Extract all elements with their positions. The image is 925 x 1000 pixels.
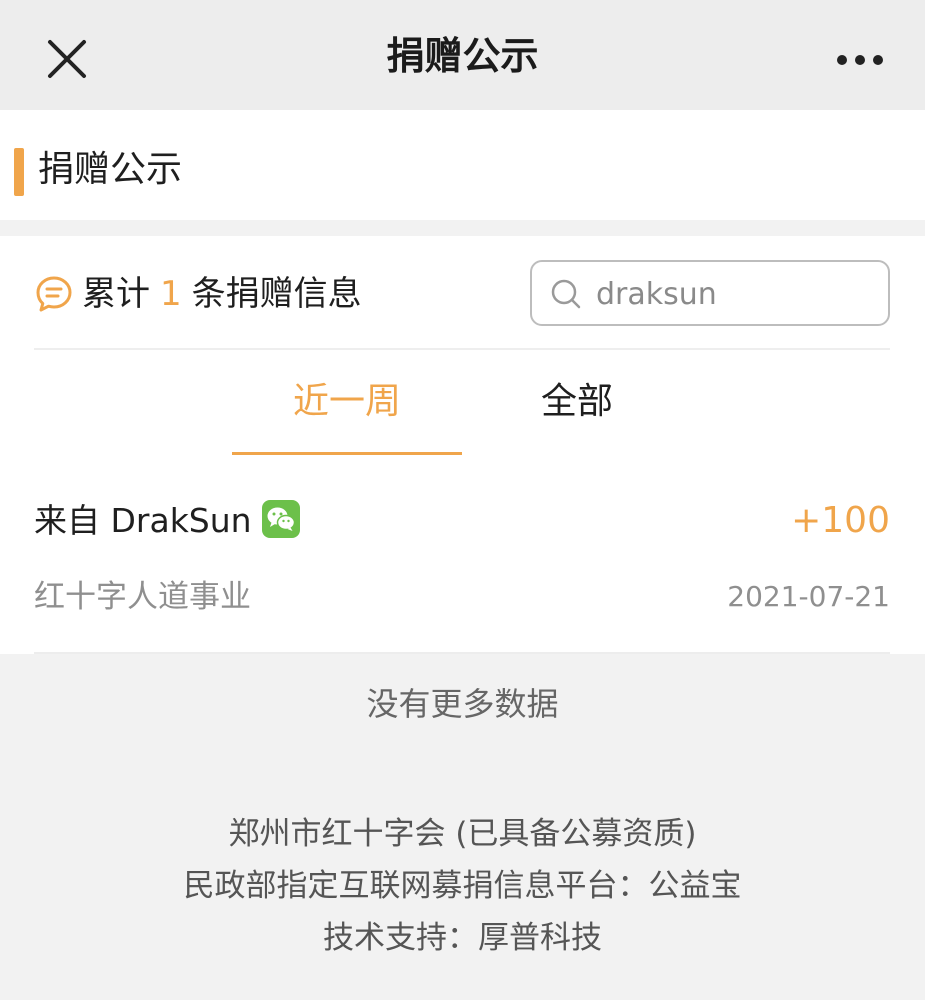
donation-amount: +100 (791, 500, 890, 541)
tab-recent-week[interactable]: 近一周 (232, 372, 462, 432)
active-tab-indicator (232, 452, 462, 455)
navbar: 捐赠公示 (0, 0, 925, 110)
donation-project: 红十字人道事业 (34, 579, 251, 615)
section-title: 捐赠公示 (38, 149, 183, 190)
search-input[interactable] (596, 270, 876, 318)
wechat-icon (262, 500, 300, 538)
no-more-data: 没有更多数据 (366, 685, 559, 723)
search-icon (551, 279, 581, 309)
footer-platform: 民政部指定互联网募捐信息平台：公益宝 (183, 868, 742, 904)
donor-name: 来自 DrakSun (34, 501, 252, 540)
summary-suffix: 条捐赠信息 (191, 274, 362, 314)
footer-organization: 郑州市红十字会 (已具备公募资质) (228, 816, 697, 852)
donation-date: 2021-07-21 (727, 580, 890, 613)
divider (34, 652, 890, 654)
footer: 郑州市红十字会 (已具备公募资质) 民政部指定互联网募捐信息平台：公益宝 技术支… (0, 808, 925, 964)
section-accent-bar (14, 148, 24, 196)
donation-summary: 累计 1 条捐赠信息 (82, 266, 362, 322)
footer-tech-support: 技术支持：厚普科技 (323, 920, 602, 956)
donation-card: 累计1条捐赠信息 近一周 全部 来自 DrakSun +100 红十字人道事业 … (0, 236, 925, 654)
more-dots-icon[interactable] (830, 40, 890, 80)
chat-bubble-icon (36, 276, 72, 312)
summary-prefix: 累计 (82, 274, 150, 314)
page-title: 捐赠公示 (386, 34, 539, 78)
tab-all[interactable]: 全部 (462, 372, 692, 432)
donation-count: 1 (160, 274, 182, 314)
section-header: 捐赠公示 (0, 110, 925, 220)
search-box[interactable] (530, 260, 890, 326)
list-item[interactable]: 来自 DrakSun +100 红十字人道事业 2021-07-21 (0, 486, 925, 654)
divider (34, 348, 890, 350)
